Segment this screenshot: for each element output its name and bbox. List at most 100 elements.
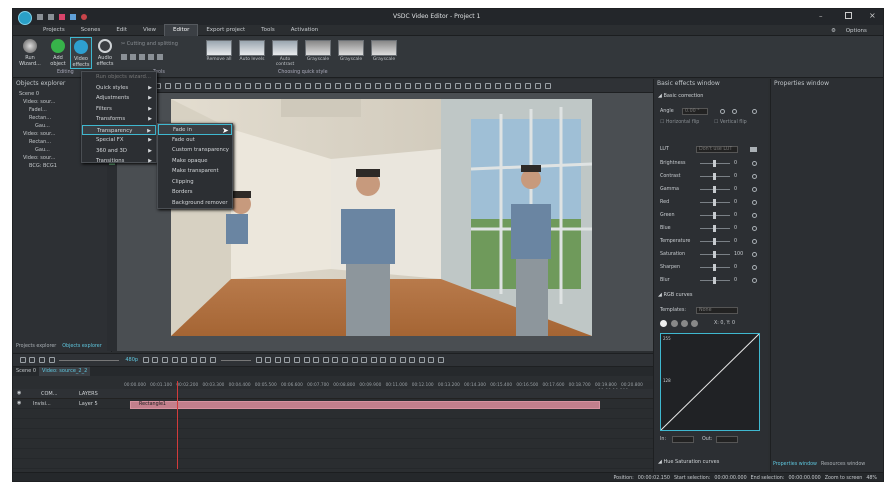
align-icon[interactable] [245,82,251,89]
horizontal-flip-checkbox[interactable]: ☐ Horizontal flip [660,120,699,125]
blend-mode-select[interactable]: Invisi... [33,401,51,407]
reset-icon[interactable] [752,200,757,205]
adjust-value[interactable]: 100 [734,250,743,259]
run-wizard-button[interactable]: Run Wizard... [19,39,41,67]
tab-resources-window[interactable]: Resources window [819,462,867,467]
marker-icon[interactable] [370,357,377,363]
menu-item-adjustments[interactable]: Adjustments ▶ [82,93,156,104]
maximize-button[interactable] [845,12,852,19]
slider-thumb[interactable] [713,225,716,232]
align-icon[interactable] [525,82,531,89]
open-icon[interactable] [48,14,54,20]
zoom-slider[interactable] [59,359,120,361]
reset-icon[interactable] [752,161,757,166]
marker-icon[interactable] [351,357,358,363]
align-icon[interactable] [295,82,301,89]
menu-item-transparency[interactable]: Transparency ▶ [82,124,156,135]
split-icon[interactable] [130,54,136,60]
record-icon[interactable] [59,14,65,20]
reset-icon[interactable] [752,226,757,231]
rotate-left-icon[interactable] [720,109,725,114]
menu-editor[interactable]: Editor [164,24,199,36]
quick-style-grayscale-1[interactable]: Grayscale [304,40,332,64]
align-icon[interactable] [455,82,461,89]
slider-thumb[interactable] [713,212,716,219]
menu-export-project[interactable]: Export project [198,25,253,36]
reset-icon[interactable] [752,187,757,192]
marker-icon[interactable] [284,357,291,363]
slider-thumb[interactable] [713,251,716,258]
submenu-background-remover[interactable]: Background remover [158,198,232,209]
adjust-value[interactable]: 0 [734,237,737,246]
align-icon[interactable] [305,82,311,89]
adjust-value[interactable]: 0 [734,224,737,233]
adjust-value[interactable]: 0 [734,159,737,168]
timeline-tab-scene[interactable]: Scene 0 [13,367,39,376]
align-icon[interactable] [365,82,371,89]
zoom-to-screen-button[interactable]: Zoom to screen [825,473,863,482]
slider-thumb[interactable] [713,199,716,206]
reset-icon[interactable] [752,252,757,257]
tab-properties-window[interactable]: Properties window [771,462,819,467]
slider-thumb[interactable] [713,186,716,193]
grid-icon[interactable] [157,54,163,60]
minimize-button[interactable]: – [819,12,823,20]
rotate-icon[interactable] [148,54,154,60]
channel-green-icon[interactable] [681,320,688,327]
reset-icon[interactable] [752,239,757,244]
quick-style-auto-contrast[interactable]: Auto contrast [271,40,299,67]
slider-thumb[interactable] [713,160,716,167]
scissors-icon[interactable] [121,54,127,60]
align-icon[interactable] [215,82,221,89]
marker-icon[interactable] [399,357,406,363]
add-icon[interactable] [19,357,26,363]
submenu-make-transparent[interactable]: Make transparent [158,166,232,177]
marker-icon[interactable] [313,357,320,363]
align-icon[interactable] [475,82,481,89]
grid-icon[interactable] [205,82,211,89]
align-icon[interactable] [515,82,521,89]
adjust-value[interactable]: 0 [734,185,737,194]
resolution-select[interactable]: 480p [125,357,138,363]
quick-style-auto-levels[interactable]: Auto levels [238,40,266,64]
align-icon[interactable] [445,82,451,89]
submenu-fade-in[interactable]: Fade in [158,124,232,135]
menu-item-transforms[interactable]: Transforms ▶ [82,114,156,125]
align-icon[interactable] [235,82,241,89]
crop-icon[interactable] [139,54,145,60]
redo-icon[interactable] [81,14,87,20]
stop-icon[interactable] [152,357,159,363]
menu-view[interactable]: View [135,25,164,36]
reset-icon[interactable] [752,174,757,179]
next-frame-icon[interactable] [210,357,217,363]
lut-select[interactable]: Don't use LUT [696,146,738,153]
align-icon[interactable] [255,82,261,89]
timeline-ruler[interactable]: 00:00.000 00:01.100 00:02.200 00:03.300 … [124,381,653,389]
channel-blue-icon[interactable] [691,320,698,327]
channel-all-icon[interactable] [660,320,667,327]
align-icon[interactable] [195,82,201,89]
submenu-clipping[interactable]: Clipping [158,177,232,188]
reset-icon[interactable] [752,265,757,270]
record-icon[interactable] [171,357,178,363]
align-icon[interactable] [545,82,551,89]
slider-thumb[interactable] [713,173,716,180]
marker-icon[interactable] [294,357,301,363]
marker-icon[interactable] [274,357,281,363]
rotate-right-icon[interactable] [175,82,181,89]
timeline-tab-video-source[interactable]: Video: source_2_2 [39,367,91,376]
timeline-tracks[interactable]: ◉ Invisi... Layer 5 [13,399,653,469]
align-icon[interactable] [465,82,471,89]
align-icon[interactable] [185,82,191,89]
tab-objects-explorer[interactable]: Objects explorer [59,343,104,351]
adjust-value[interactable]: 0 [734,211,737,220]
slider-thumb[interactable] [713,277,716,284]
rewind-icon[interactable] [181,357,188,363]
slider-thumb[interactable] [713,264,716,271]
basic-correction-header[interactable]: ◢ Basic correction [658,93,703,99]
align-icon[interactable] [495,82,501,89]
add-object-button[interactable]: Add object [47,39,69,67]
menu-item-quick-styles[interactable]: Quick styles ▶ [82,83,156,94]
marker-icon[interactable] [428,357,435,363]
align-icon[interactable] [425,82,431,89]
